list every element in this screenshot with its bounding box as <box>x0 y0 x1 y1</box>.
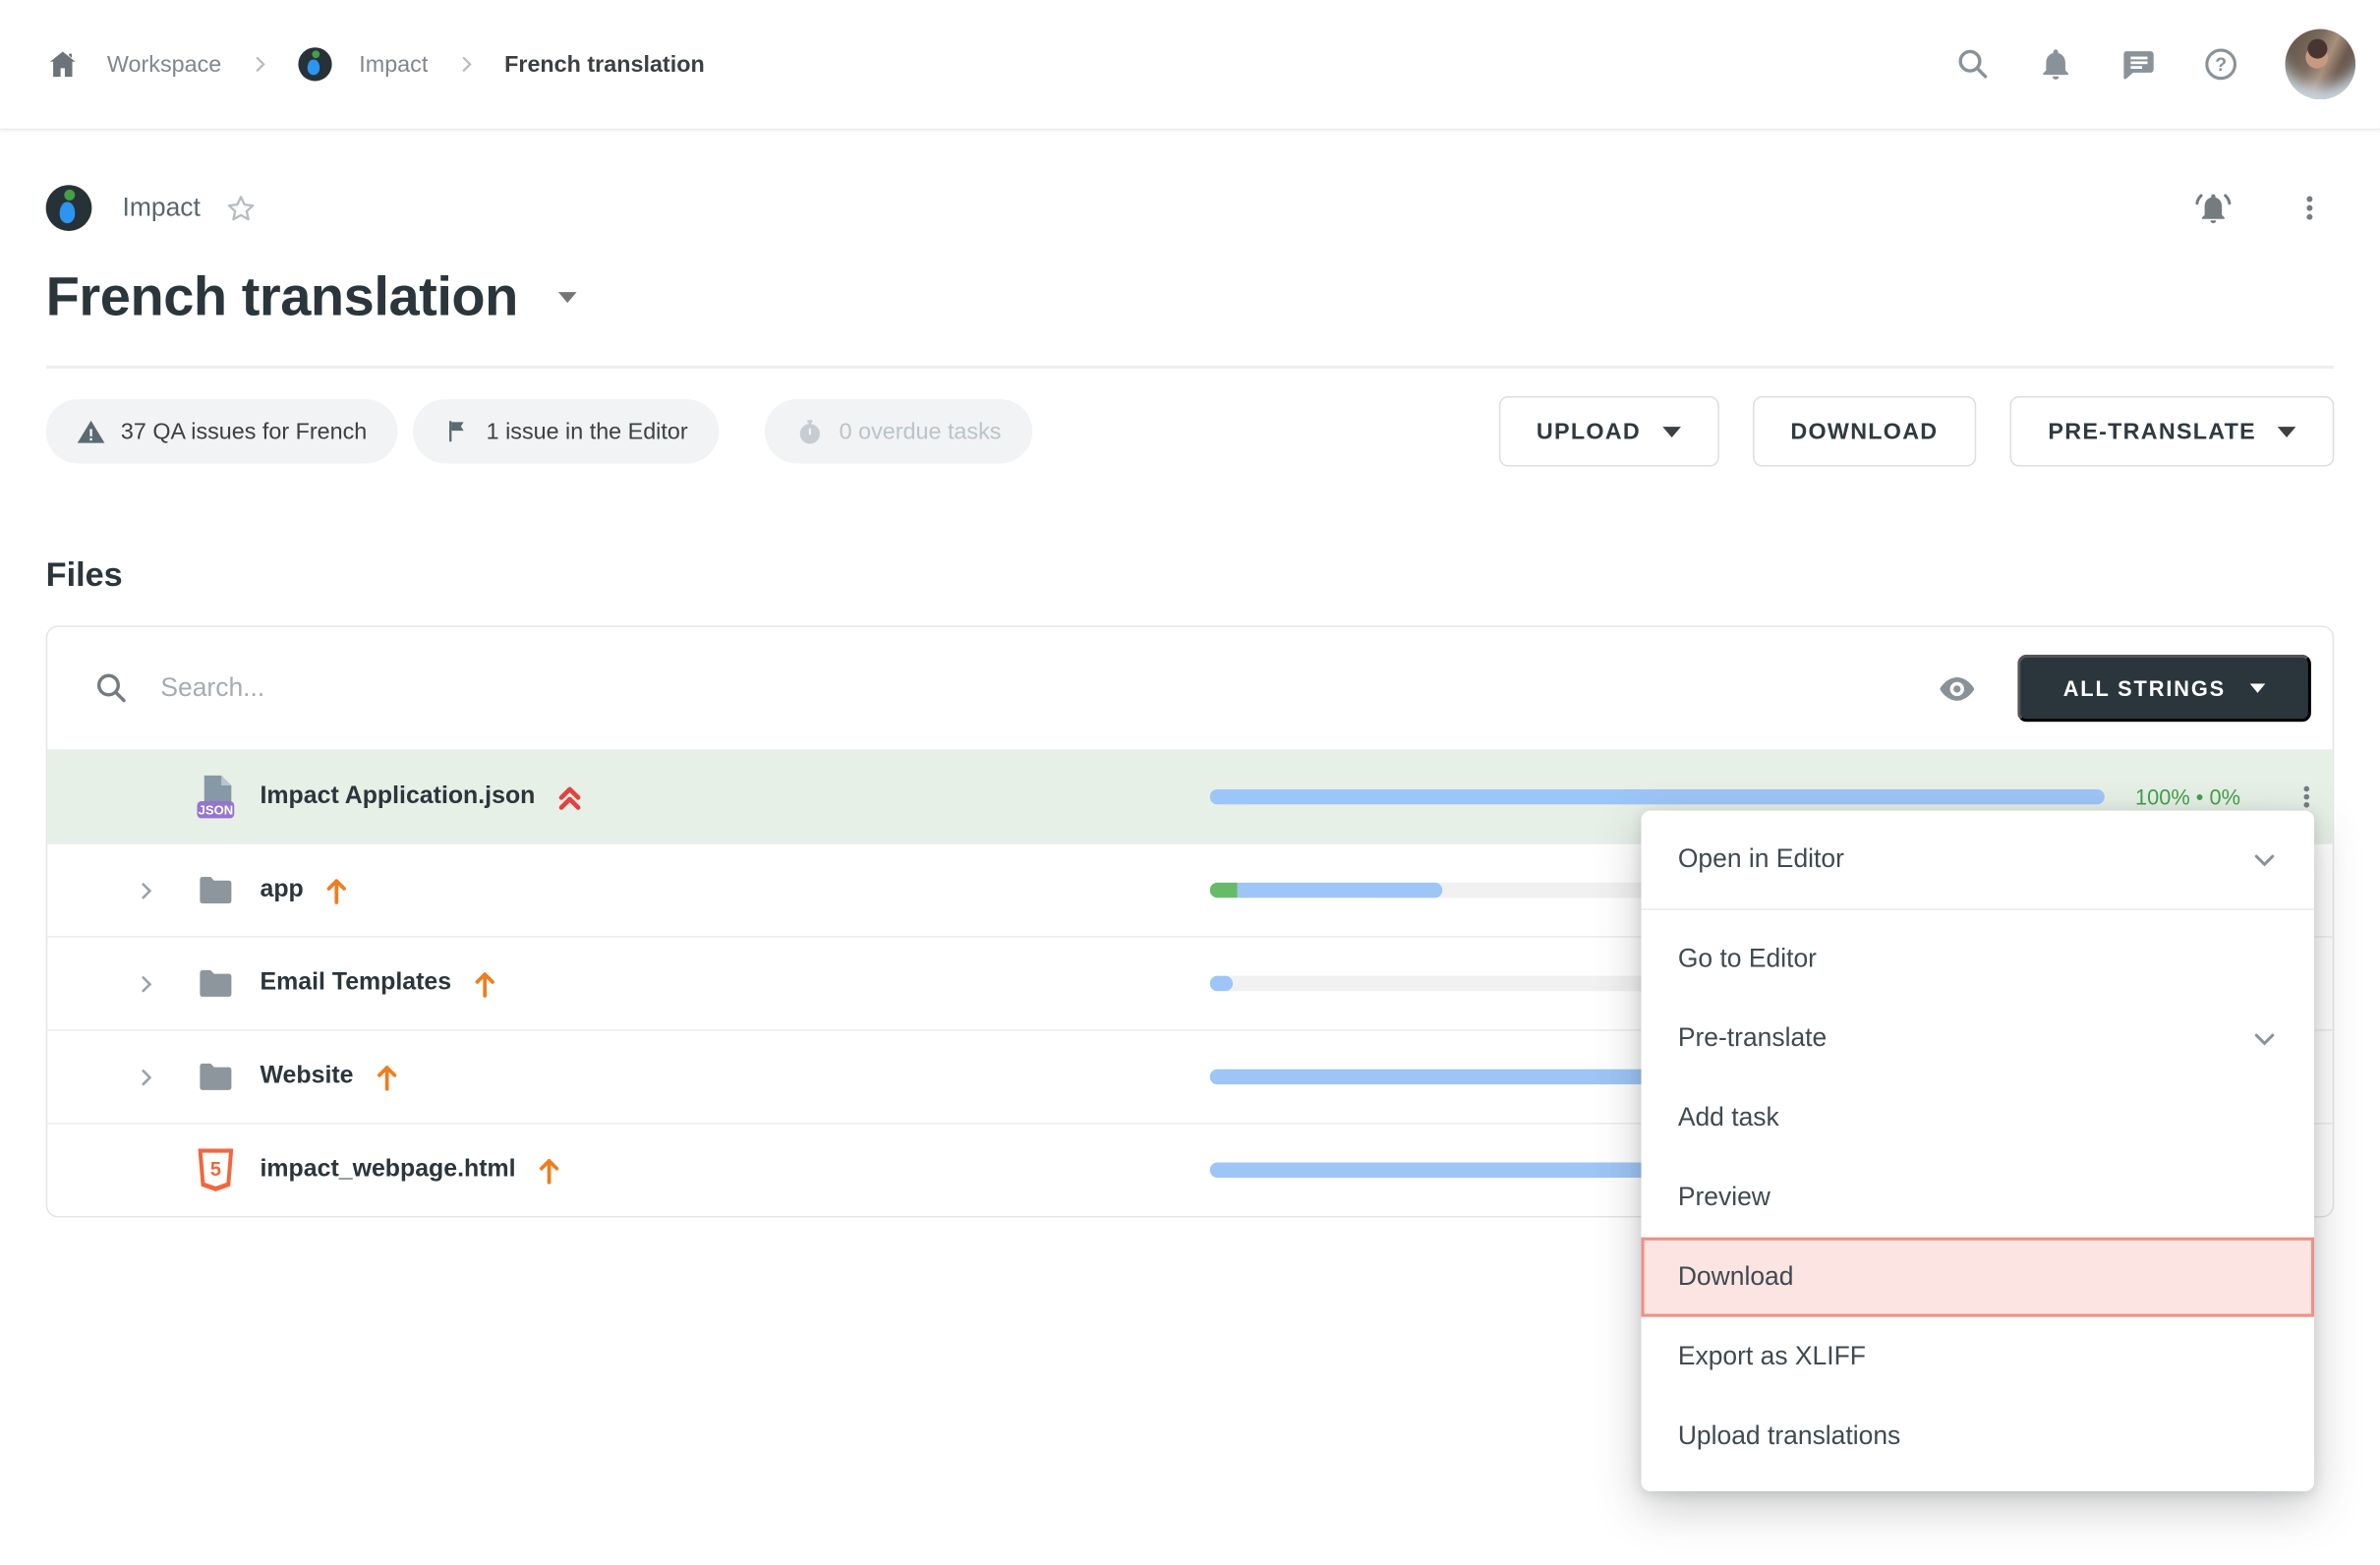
svg-text:JSON: JSON <box>199 802 234 817</box>
badge-label: 1 issue in the Editor <box>487 419 688 444</box>
project-logo-icon <box>298 47 331 81</box>
stopwatch-icon <box>795 417 825 446</box>
progress-segment-green <box>1210 883 1237 898</box>
menu-item-label: Go to Editor <box>1678 944 2278 974</box>
priority-high-icon <box>325 876 350 905</box>
project-name: Impact <box>122 193 200 223</box>
kebab-menu-icon[interactable] <box>2293 783 2320 811</box>
priority-high-icon <box>473 969 497 999</box>
progress-stats: 100% • 0% <box>2135 784 2240 809</box>
breadcrumb-workspace[interactable]: Workspace <box>107 51 221 77</box>
qa-issues-badge[interactable]: 37 QA issues for French <box>46 399 398 463</box>
upload-button[interactable]: UPLOAD <box>1498 396 1718 467</box>
project-header: Impact <box>46 185 2335 231</box>
search-input[interactable] <box>157 671 1937 705</box>
strings-filter-button[interactable]: ALL STRINGS <box>2017 655 2311 722</box>
progress-segment-blue <box>1210 789 2105 805</box>
html-file-icon: 5 <box>195 1145 238 1194</box>
eye-visibility-icon[interactable] <box>1937 667 1978 709</box>
files-search-row: ALL STRINGS <box>47 627 2333 749</box>
editor-issues-badge[interactable]: 1 issue in the Editor <box>413 399 719 463</box>
menu-item-add-task[interactable]: Add task <box>1641 1078 2314 1158</box>
warning-triangle-icon <box>77 417 106 446</box>
priority-high-icon <box>375 1063 399 1092</box>
chevron-down-icon[interactable] <box>557 291 576 302</box>
svg-text:5: 5 <box>210 1159 221 1181</box>
chevron-down-icon <box>2251 1025 2277 1051</box>
pre-translate-button[interactable]: PRE-TRANSLATE <box>2010 396 2335 467</box>
progress-segment-blue <box>1237 883 1442 898</box>
file-name[interactable]: Impact Application.json <box>261 783 536 811</box>
menu-item-label: Pre-translate <box>1678 1023 2251 1054</box>
menu-item-label: Add task <box>1678 1103 2278 1133</box>
top-navigation-bar: Workspace Impact French translation ? <box>0 0 2380 130</box>
chevron-right-icon <box>249 53 270 75</box>
page-title: French translation <box>46 264 518 328</box>
home-icon[interactable] <box>46 47 80 81</box>
chevron-down-icon <box>2250 683 2266 692</box>
menu-divider <box>1641 908 2314 910</box>
menu-item-label: Open in Editor <box>1678 844 2251 875</box>
menu-item-label: Upload translations <box>1678 1420 2278 1451</box>
star-favorite-icon[interactable] <box>225 192 258 224</box>
kebab-menu-icon[interactable] <box>2294 193 2325 223</box>
file-name[interactable]: Email Templates <box>261 969 452 997</box>
chevron-right-icon[interactable] <box>93 1159 195 1182</box>
json-file-icon: JSON <box>195 773 238 822</box>
messages-icon[interactable] <box>2119 46 2156 83</box>
chevron-right-icon[interactable] <box>93 785 195 808</box>
menu-item-go-to-editor[interactable]: Go to Editor <box>1641 919 2314 999</box>
chevron-down-icon <box>1662 426 1681 436</box>
chevron-right-icon <box>455 53 477 75</box>
menu-item-export-as-xliff[interactable]: Export as XLIFF <box>1641 1317 2314 1397</box>
overdue-tasks-badge: 0 overdue tasks <box>764 399 1031 463</box>
badge-label: 0 overdue tasks <box>840 419 1002 444</box>
breadcrumb-project[interactable]: Impact <box>359 51 428 77</box>
priority-critical-icon <box>556 782 582 812</box>
menu-item-label: Download <box>1678 1262 2278 1293</box>
menu-item-open-in-editor[interactable]: Open in Editor <box>1641 820 2314 899</box>
file-name[interactable]: app <box>261 877 304 904</box>
search-icon[interactable] <box>1954 46 1991 83</box>
user-avatar[interactable] <box>2286 29 2356 100</box>
chevron-down-icon <box>2278 426 2296 436</box>
menu-item-preview[interactable]: Preview <box>1641 1158 2314 1238</box>
menu-item-download[interactable]: Download <box>1641 1238 2314 1317</box>
search-icon <box>93 669 130 706</box>
priority-high-icon <box>537 1155 561 1185</box>
folder-icon <box>195 866 238 915</box>
folder-icon <box>195 1052 238 1101</box>
project-logo-icon <box>46 185 92 231</box>
badge-label: 37 QA issues for French <box>121 419 367 444</box>
folder-icon <box>195 959 238 1009</box>
progress-segment-blue <box>1210 976 1233 992</box>
download-button[interactable]: DOWNLOAD <box>1753 396 1977 467</box>
chevron-down-icon <box>2251 846 2277 872</box>
breadcrumb-current-page: French translation <box>504 51 705 77</box>
chevron-right-icon[interactable] <box>93 972 195 995</box>
help-icon[interactable]: ? <box>2202 46 2238 83</box>
svg-text:?: ? <box>2215 54 2227 76</box>
menu-item-label: Preview <box>1678 1183 2278 1213</box>
chevron-right-icon[interactable] <box>93 1066 195 1088</box>
menu-item-upload-translations[interactable]: Upload translations <box>1641 1397 2314 1477</box>
divider <box>46 366 2335 369</box>
flag-icon <box>443 418 471 445</box>
notifications-bell-icon[interactable] <box>2037 46 2073 83</box>
progress-bar <box>1210 789 2105 805</box>
menu-item-pre-translate[interactable]: Pre-translate <box>1641 999 2314 1078</box>
app-window: Workspace Impact French translation ? <box>0 0 2380 1565</box>
file-name[interactable]: Website <box>261 1063 354 1090</box>
row-context-menu: Open in Editor Go to Editor Pre-translat… <box>1641 811 2314 1491</box>
breadcrumb: Workspace Impact French translation <box>46 47 705 81</box>
bell-ring-icon[interactable] <box>2193 188 2233 227</box>
menu-item-label: Export as XLIFF <box>1678 1342 2278 1372</box>
files-section-heading: Files <box>46 555 2335 595</box>
chevron-right-icon[interactable] <box>93 879 195 901</box>
file-name[interactable]: impact_webpage.html <box>261 1156 516 1184</box>
